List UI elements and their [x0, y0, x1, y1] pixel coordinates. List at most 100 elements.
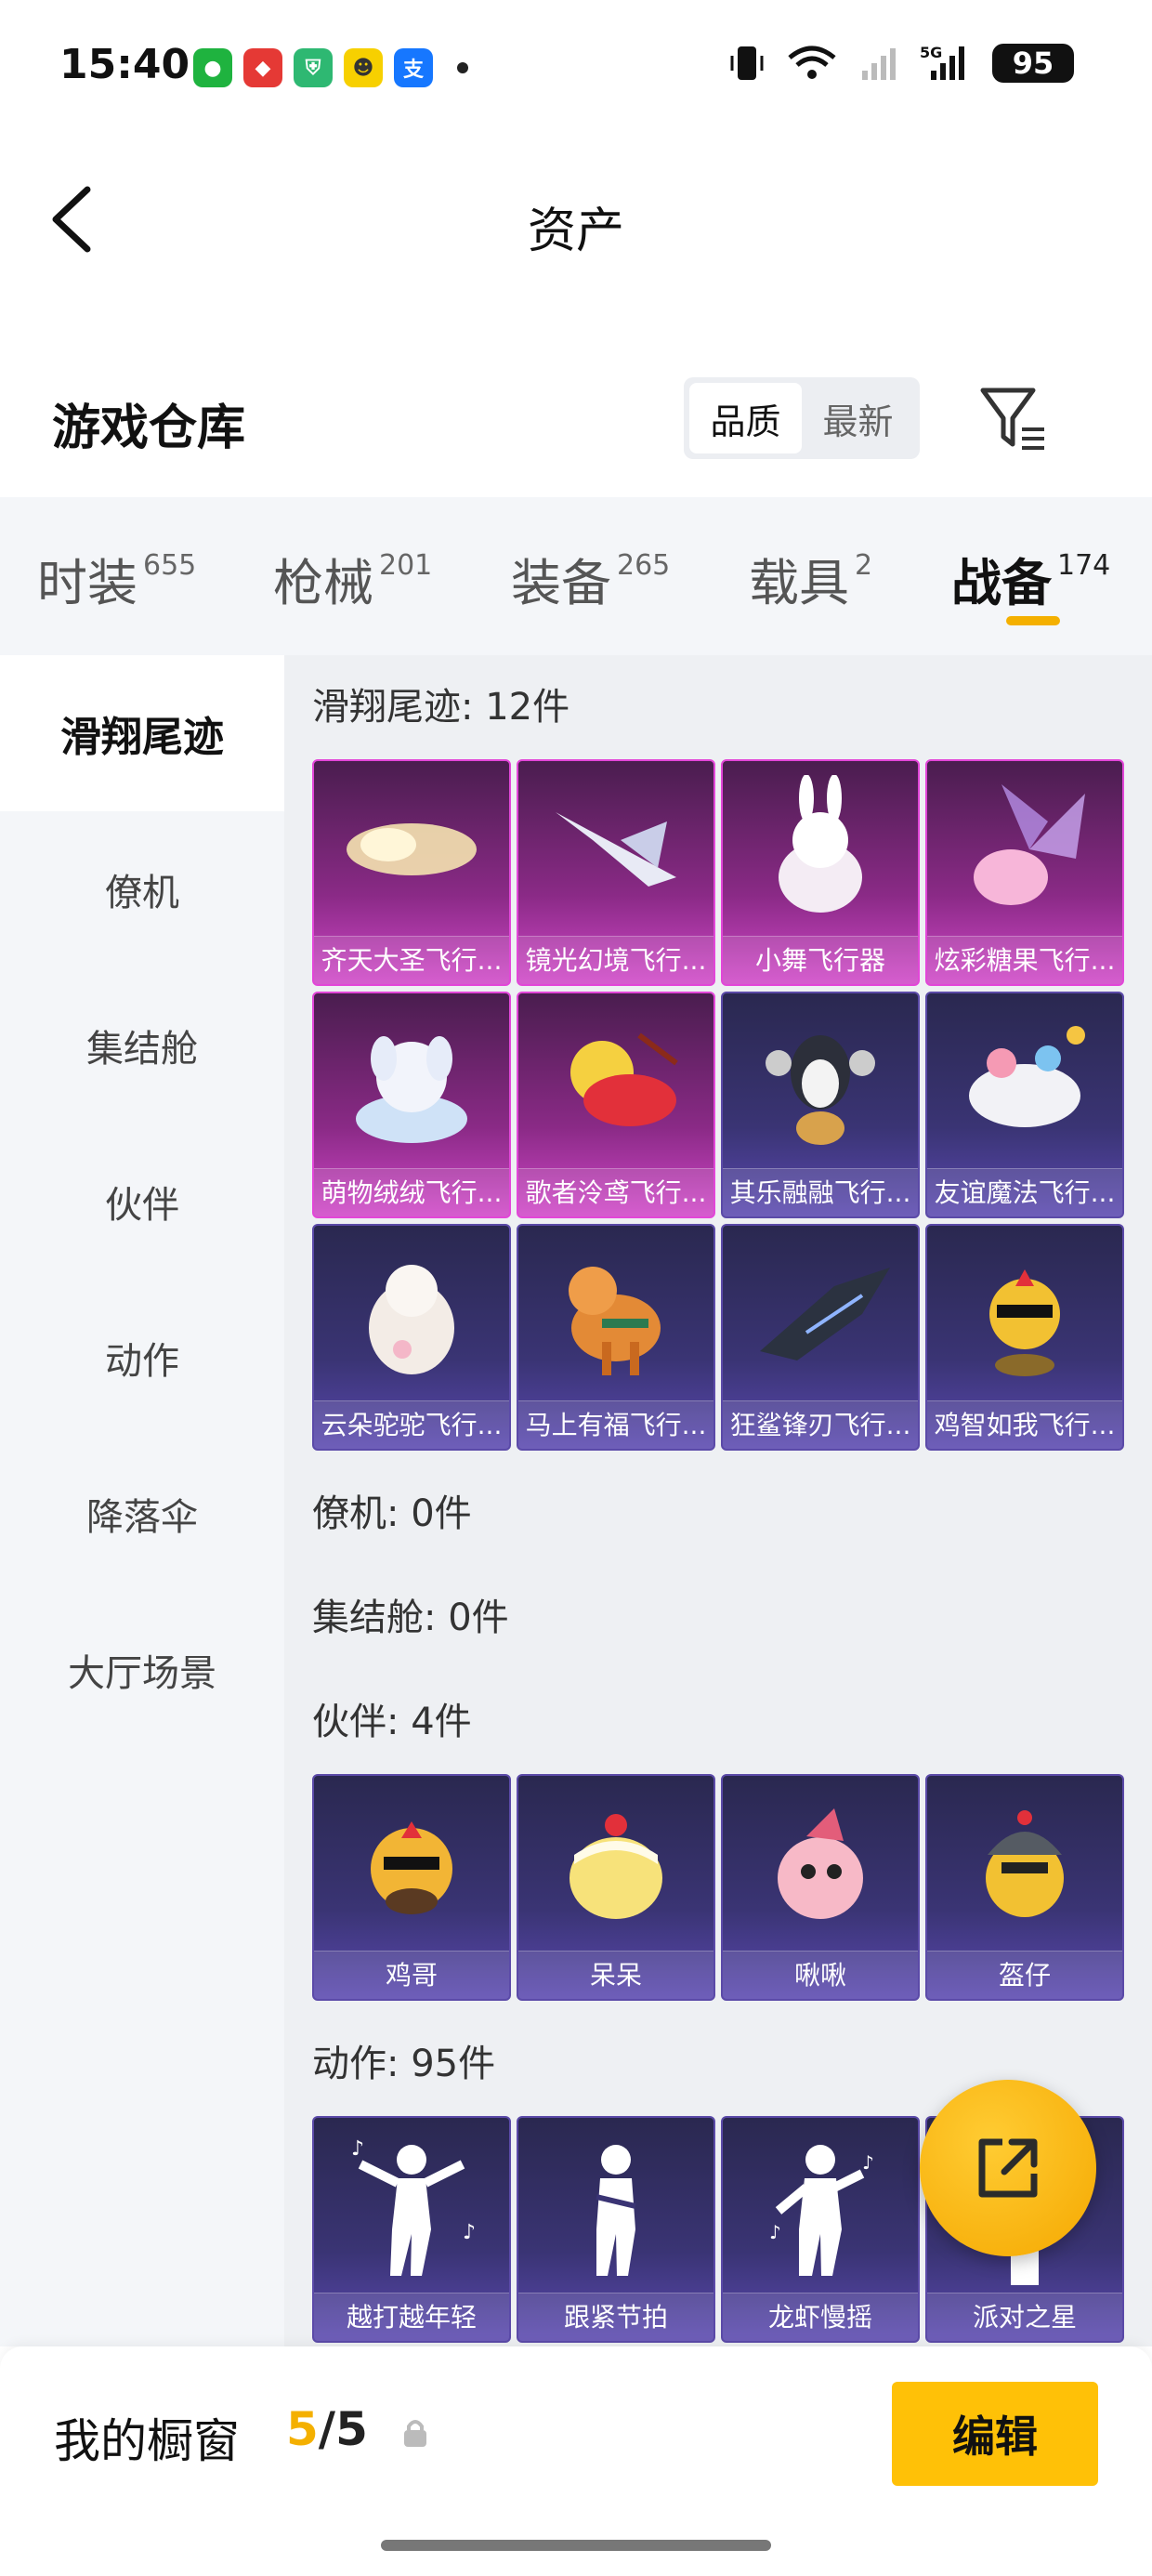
share-fab-button[interactable] — [920, 2080, 1096, 2256]
alipay-icon: 支 — [394, 48, 433, 87]
tab-count: 2 — [855, 549, 873, 582]
tab-vehicles[interactable]: 载具 2 — [749, 542, 872, 615]
section-title-wingman: 僚机: 0件 — [312, 1492, 472, 1535]
section-title-pod: 集结舱: 0件 — [312, 1597, 509, 1639]
item-card[interactable]: ♪ ♪ 龙虾慢摇 — [721, 2116, 920, 2343]
item-thumbnail — [723, 761, 918, 938]
item-card[interactable]: 其乐融融飞行... — [721, 992, 920, 1218]
item-card[interactable]: 狂鲨锋刃飞行... — [721, 1224, 920, 1451]
tab-label: 装备 — [511, 554, 611, 612]
signal-5g-icon: 5G — [920, 44, 964, 80]
item-name: 友谊魔法飞行... — [927, 1168, 1122, 1216]
shield-icon: ⛨ — [294, 48, 333, 87]
item-name: 镜光幻境飞行... — [518, 936, 713, 984]
item-name: 歌者泠鸢飞行... — [518, 1168, 713, 1216]
sidebar-item-glide-trail[interactable]: 滑翔尾迹 — [0, 655, 284, 811]
item-name: 啾啾 — [723, 1951, 918, 1999]
item-card[interactable]: 盔仔 — [925, 1774, 1124, 2001]
tab-count: 174 — [1057, 549, 1111, 582]
item-thumbnail — [314, 993, 509, 1170]
tab-fashion[interactable]: 时装 655 — [37, 542, 196, 615]
item-thumbnail — [314, 761, 509, 938]
category-tabs: 时装 655 枪械 201 装备 265 载具 2 战备 174 — [0, 497, 1152, 655]
item-name: 小舞飞行器 — [723, 936, 918, 984]
item-card[interactable]: 云朵驼驼飞行... — [312, 1224, 511, 1451]
tab-label: 枪械 — [273, 554, 373, 612]
item-card[interactable]: 跟紧节拍 — [517, 2116, 715, 2343]
item-card[interactable]: 歌者泠鸢飞行... — [517, 992, 715, 1218]
sort-segmented-control: 品质 最新 — [684, 377, 920, 459]
item-thumbnail — [314, 1226, 509, 1402]
item-name: 派对之星 — [927, 2293, 1122, 2341]
filter-icon[interactable] — [975, 381, 1050, 455]
item-thumbnail — [927, 1776, 1122, 1952]
sidebar-item-assembly-pod[interactable]: 集结舱 — [0, 967, 284, 1124]
section-title-partner: 伙伴: 4件 — [312, 1701, 472, 1743]
item-thumbnail — [927, 761, 1122, 938]
app-yellow-icon: ☻ — [344, 48, 383, 87]
status-bar: 15:40 ● ◆ ⛨ ☻ 支 5G 95 — [0, 0, 1152, 139]
sidebar-item-parachute[interactable]: 降落伞 — [0, 1436, 284, 1592]
item-name: 跟紧节拍 — [518, 2293, 713, 2341]
wechat-icon: ● — [193, 48, 232, 87]
app-red-icon: ◆ — [243, 48, 282, 87]
item-card[interactable]: 呆呆 — [517, 1774, 715, 2001]
system-icons: 5G 95 — [728, 43, 1074, 84]
item-thumbnail — [518, 993, 713, 1170]
item-card[interactable]: 齐天大圣飞行... — [312, 759, 511, 986]
tab-count: 655 — [143, 549, 197, 582]
active-tab-indicator — [1006, 616, 1060, 625]
sidebar-item-partner[interactable]: 伙伴 — [0, 1124, 284, 1280]
signal-weak-icon — [862, 48, 896, 80]
item-card[interactable]: 小舞飞行器 — [721, 759, 920, 986]
item-card[interactable]: 炫彩糖果飞行... — [925, 759, 1124, 986]
tab-label: 载具 — [749, 554, 849, 612]
item-card[interactable]: 鸡智如我飞行... — [925, 1224, 1124, 1451]
item-thumbnail — [927, 993, 1122, 1170]
page-title: 资产 — [527, 204, 624, 259]
nav-bar: 资产 — [0, 149, 1152, 288]
item-name: 越打越年轻 — [314, 2293, 509, 2341]
section-title-glide: 滑翔尾迹: 12件 — [312, 686, 570, 729]
item-card[interactable]: 友谊魔法飞行... — [925, 992, 1124, 1218]
showcase-label: 我的橱窗 — [54, 2414, 240, 2468]
battery-indicator: 95 — [992, 44, 1074, 83]
tab-label: 时装 — [37, 554, 137, 612]
tab-equipment[interactable]: 装备 265 — [511, 542, 670, 615]
item-name: 云朵驼驼飞行... — [314, 1400, 509, 1449]
showcase-panel: 我的橱窗 5/5 编辑 — [0, 2346, 1152, 2576]
item-name: 呆呆 — [518, 1951, 713, 1999]
item-name: 鸡哥 — [314, 1951, 509, 1999]
showcase-current: 5 — [286, 2402, 319, 2456]
wifi-icon — [788, 46, 836, 79]
home-indicator[interactable] — [381, 2540, 771, 2551]
tab-guns[interactable]: 枪械 201 — [273, 542, 432, 615]
item-card[interactable]: 马上有福飞行... — [517, 1224, 715, 1451]
notification-icons: ● ◆ ⛨ ☻ 支 — [193, 48, 468, 87]
share-external-icon — [978, 2138, 1038, 2198]
sort-quality-button[interactable]: 品质 — [689, 383, 802, 453]
subcategory-sidebar: 滑翔尾迹 僚机 集结舱 伙伴 动作 降落伞 大厅场景 — [0, 655, 284, 2346]
sidebar-item-lobby-scene[interactable]: 大厅场景 — [0, 1592, 284, 1748]
sidebar-item-emote[interactable]: 动作 — [0, 1280, 284, 1436]
item-name: 其乐融融飞行... — [723, 1168, 918, 1216]
sidebar-item-wingman[interactable]: 僚机 — [0, 811, 284, 967]
tab-combat-gear[interactable]: 战备 174 — [951, 542, 1110, 615]
item-card[interactable]: 鸡哥 — [312, 1774, 511, 2001]
item-name: 炫彩糖果飞行... — [927, 936, 1122, 984]
item-card[interactable]: 啾啾 — [721, 1774, 920, 2001]
item-card[interactable]: 镜光幻境飞行... — [517, 759, 715, 986]
warehouse-title: 游戏仓库 — [52, 401, 246, 456]
showcase-total: 5 — [335, 2402, 368, 2456]
item-card[interactable]: 萌物绒绒飞行... — [312, 992, 511, 1218]
svg-text:♪: ♪ — [862, 2151, 874, 2174]
item-card[interactable]: ♪ ♪ 越打越年轻 — [312, 2116, 511, 2343]
item-thumbnail — [518, 1776, 713, 1952]
glide-trail-grid: 齐天大圣飞行... 镜光幻境飞行... 小舞飞行器 炫彩糖果飞行... 萌物绒绒… — [312, 759, 1152, 1451]
edit-button[interactable]: 编辑 — [892, 2382, 1098, 2486]
svg-text:5G: 5G — [920, 44, 942, 61]
svg-text:♪: ♪ — [769, 2221, 781, 2243]
tab-label: 战备 — [951, 554, 1052, 612]
sort-newest-button[interactable]: 最新 — [802, 383, 914, 453]
item-name: 鸡智如我飞行... — [927, 1400, 1122, 1449]
